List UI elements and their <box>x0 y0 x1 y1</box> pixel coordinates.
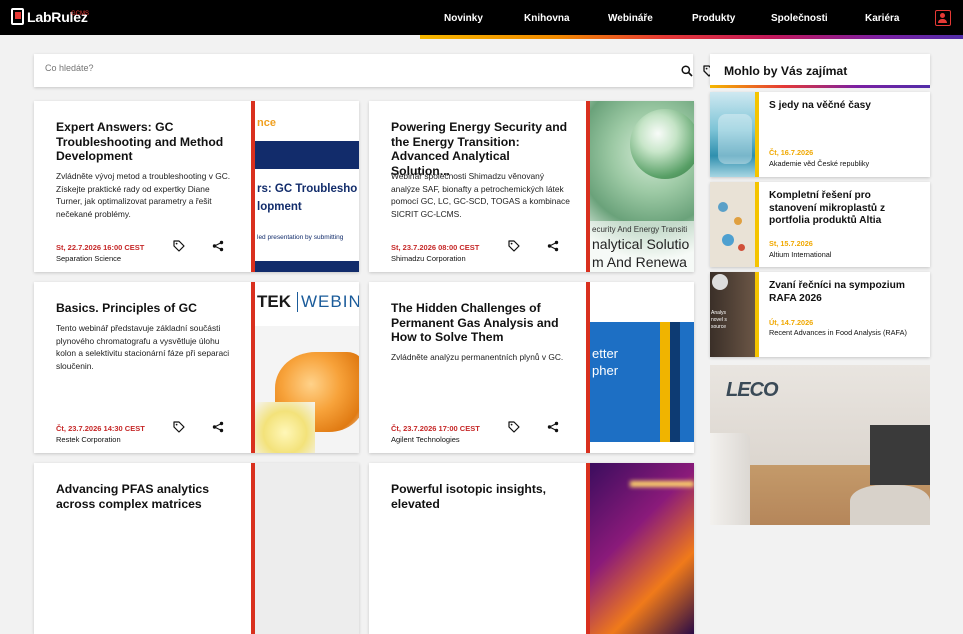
header-gradient-bar <box>420 35 963 39</box>
recommended-accent-stripe <box>755 92 759 177</box>
thumb-text: nalytical Solutio <box>592 236 690 252</box>
webinar-description: Tento webinář představuje základní součá… <box>56 323 230 372</box>
webinar-title[interactable]: Expert Answers: GC Troubleshooting and M… <box>56 120 236 164</box>
recommended-title[interactable]: Zvaní řečníci na sympozium RAFA 2026 <box>769 280 919 305</box>
webinar-date: St, 23.7.2026 08:00 CEST <box>391 243 480 252</box>
webinar-description: Zvládněte vývoj metod a troubleshooting … <box>56 171 231 220</box>
webinar-description: Zvládněte analýzu permanentních plynů v … <box>391 352 564 362</box>
recommended-item[interactable]: Kompletní řešení pro stanovení mikroplas… <box>710 182 930 267</box>
user-account-icon[interactable] <box>935 10 951 26</box>
nav-item-webinare[interactable]: Webináře <box>608 13 653 24</box>
webinar-date: Čt, 23.7.2026 17:00 CEST <box>391 424 480 433</box>
labrulez-logo[interactable]: LabRulez GCMS <box>11 8 89 25</box>
recommended-accent-stripe <box>755 272 759 357</box>
sidebar-heading: Mohlo by Vás zajímat <box>724 64 848 78</box>
webinar-card[interactable]: The Hidden Challenges of Permanent Gas A… <box>369 282 694 453</box>
webinar-thumbnail[interactable] <box>255 463 359 634</box>
advertisement-banner[interactable]: LECO <box>710 365 930 525</box>
nav-item-kariera[interactable]: Kariéra <box>865 13 899 24</box>
recommended-title[interactable]: Kompletní řešení pro stanovení mikroplas… <box>769 190 919 228</box>
thumb-text: Analys <box>711 310 727 316</box>
thumb-text: pher <box>592 363 619 378</box>
recommended-thumbnail[interactable]: Analys novel s source <box>710 272 755 357</box>
thumb-text: rs: GC Troublesho <box>257 183 358 195</box>
webinar-title[interactable]: The Hidden Challenges of Permanent Gas A… <box>391 301 571 345</box>
webinar-thumbnail[interactable]: etter pher <box>590 282 694 453</box>
webinar-title[interactable]: Basics. Principles of GC <box>56 301 236 316</box>
logo-suffix: GCMS <box>71 11 89 17</box>
recommended-date: St, 15.7.2026 <box>769 239 813 248</box>
webinar-thumbnail[interactable]: TEK WEBINA <box>255 282 359 453</box>
recommended-organizer[interactable]: Akademie věd České republiky <box>769 159 919 169</box>
webinar-organizer[interactable]: Shimadzu Corporation <box>391 254 466 263</box>
webinar-thumbnail[interactable] <box>590 463 694 634</box>
nav-item-knihovna[interactable]: Knihovna <box>524 13 570 24</box>
webinar-date: Čt, 23.7.2026 14:30 CEST <box>56 424 145 433</box>
thumb-text: source <box>711 324 727 330</box>
thumb-text: nce <box>257 117 276 129</box>
thumb-text: novel s <box>711 317 727 323</box>
share-icon[interactable] <box>212 240 224 252</box>
webinar-card[interactable]: Powerful isotopic insights, elevated <box>369 463 694 634</box>
share-icon[interactable] <box>212 421 224 433</box>
nav-item-spolecnosti[interactable]: Společnosti <box>771 13 828 24</box>
webinar-description: Webinář společnosti Shimadzu věnovaný an… <box>391 171 570 220</box>
search-input[interactable] <box>45 63 605 73</box>
recommended-item[interactable]: S jedy na věčné časy Čt, 16.7.2026 Akade… <box>710 92 930 177</box>
thumb-text: WEBINA <box>301 292 359 311</box>
sidebar-heading-box: Mohlo by Vás zajímat <box>710 54 930 85</box>
webinar-card[interactable]: Basics. Principles of GC Tento webinář p… <box>34 282 359 453</box>
recommended-item[interactable]: Analys novel s source Zvaní řečníci na s… <box>710 272 930 357</box>
recommended-thumbnail[interactable] <box>710 92 755 177</box>
webinar-thumbnail[interactable]: nce rs: GC Troublesho lopment led presen… <box>255 101 359 272</box>
thumb-text: ecurity And Energy Transiti <box>592 225 688 234</box>
thumb-text: TEK <box>257 292 291 311</box>
nav-item-novinky[interactable]: Novinky <box>444 13 483 24</box>
search-bar <box>34 54 715 87</box>
search-icon[interactable] <box>681 65 693 77</box>
share-icon[interactable] <box>547 240 559 252</box>
webinar-organizer[interactable]: Restek Corporation <box>56 435 121 444</box>
top-navigation-bar: LabRulez GCMS Novinky Knihovna Webináře … <box>0 0 963 35</box>
recommended-date: Út, 14.7.2026 <box>769 318 814 327</box>
webinar-title[interactable]: Advancing PFAS analytics across complex … <box>56 482 236 511</box>
tag-icon[interactable] <box>508 421 520 433</box>
thumb-text: led presentation by submitting <box>257 234 344 241</box>
tag-icon[interactable] <box>508 240 520 252</box>
webinar-card[interactable]: Advancing PFAS analytics across complex … <box>34 463 359 634</box>
recommended-accent-stripe <box>755 182 759 267</box>
tag-icon[interactable] <box>173 240 185 252</box>
recommended-date: Čt, 16.7.2026 <box>769 148 814 157</box>
webinar-card[interactable]: Expert Answers: GC Troubleshooting and M… <box>34 101 359 272</box>
nav-item-produkty[interactable]: Produkty <box>692 13 735 24</box>
share-icon[interactable] <box>547 421 559 433</box>
recommended-thumbnail[interactable] <box>710 182 755 267</box>
webinar-organizer[interactable]: Separation Science <box>56 254 121 263</box>
sidebar-gradient-bar <box>710 85 930 88</box>
webinar-organizer[interactable]: Agilent Technologies <box>391 435 460 444</box>
webinar-title[interactable]: Powerful isotopic insights, elevated <box>391 482 571 511</box>
thumb-text: etter <box>592 346 619 361</box>
webinar-thumbnail[interactable]: ecurity And Energy Transiti nalytical So… <box>590 101 694 272</box>
recommended-title[interactable]: S jedy na věčné časy <box>769 100 919 113</box>
thumb-text: m And Renewa <box>592 254 687 270</box>
tag-icon[interactable] <box>173 421 185 433</box>
recommended-organizer[interactable]: Altium International <box>769 250 919 260</box>
thumb-text: lopment <box>257 201 302 213</box>
logo-mark-icon <box>11 8 24 25</box>
webinar-card[interactable]: Powering Energy Security and the Energy … <box>369 101 694 272</box>
ad-brand-logo: LECO <box>726 379 779 401</box>
recommended-organizer[interactable]: Recent Advances in Food Analysis (RAFA) <box>769 328 919 338</box>
webinar-date: St, 22.7.2026 16:00 CEST <box>56 243 145 252</box>
